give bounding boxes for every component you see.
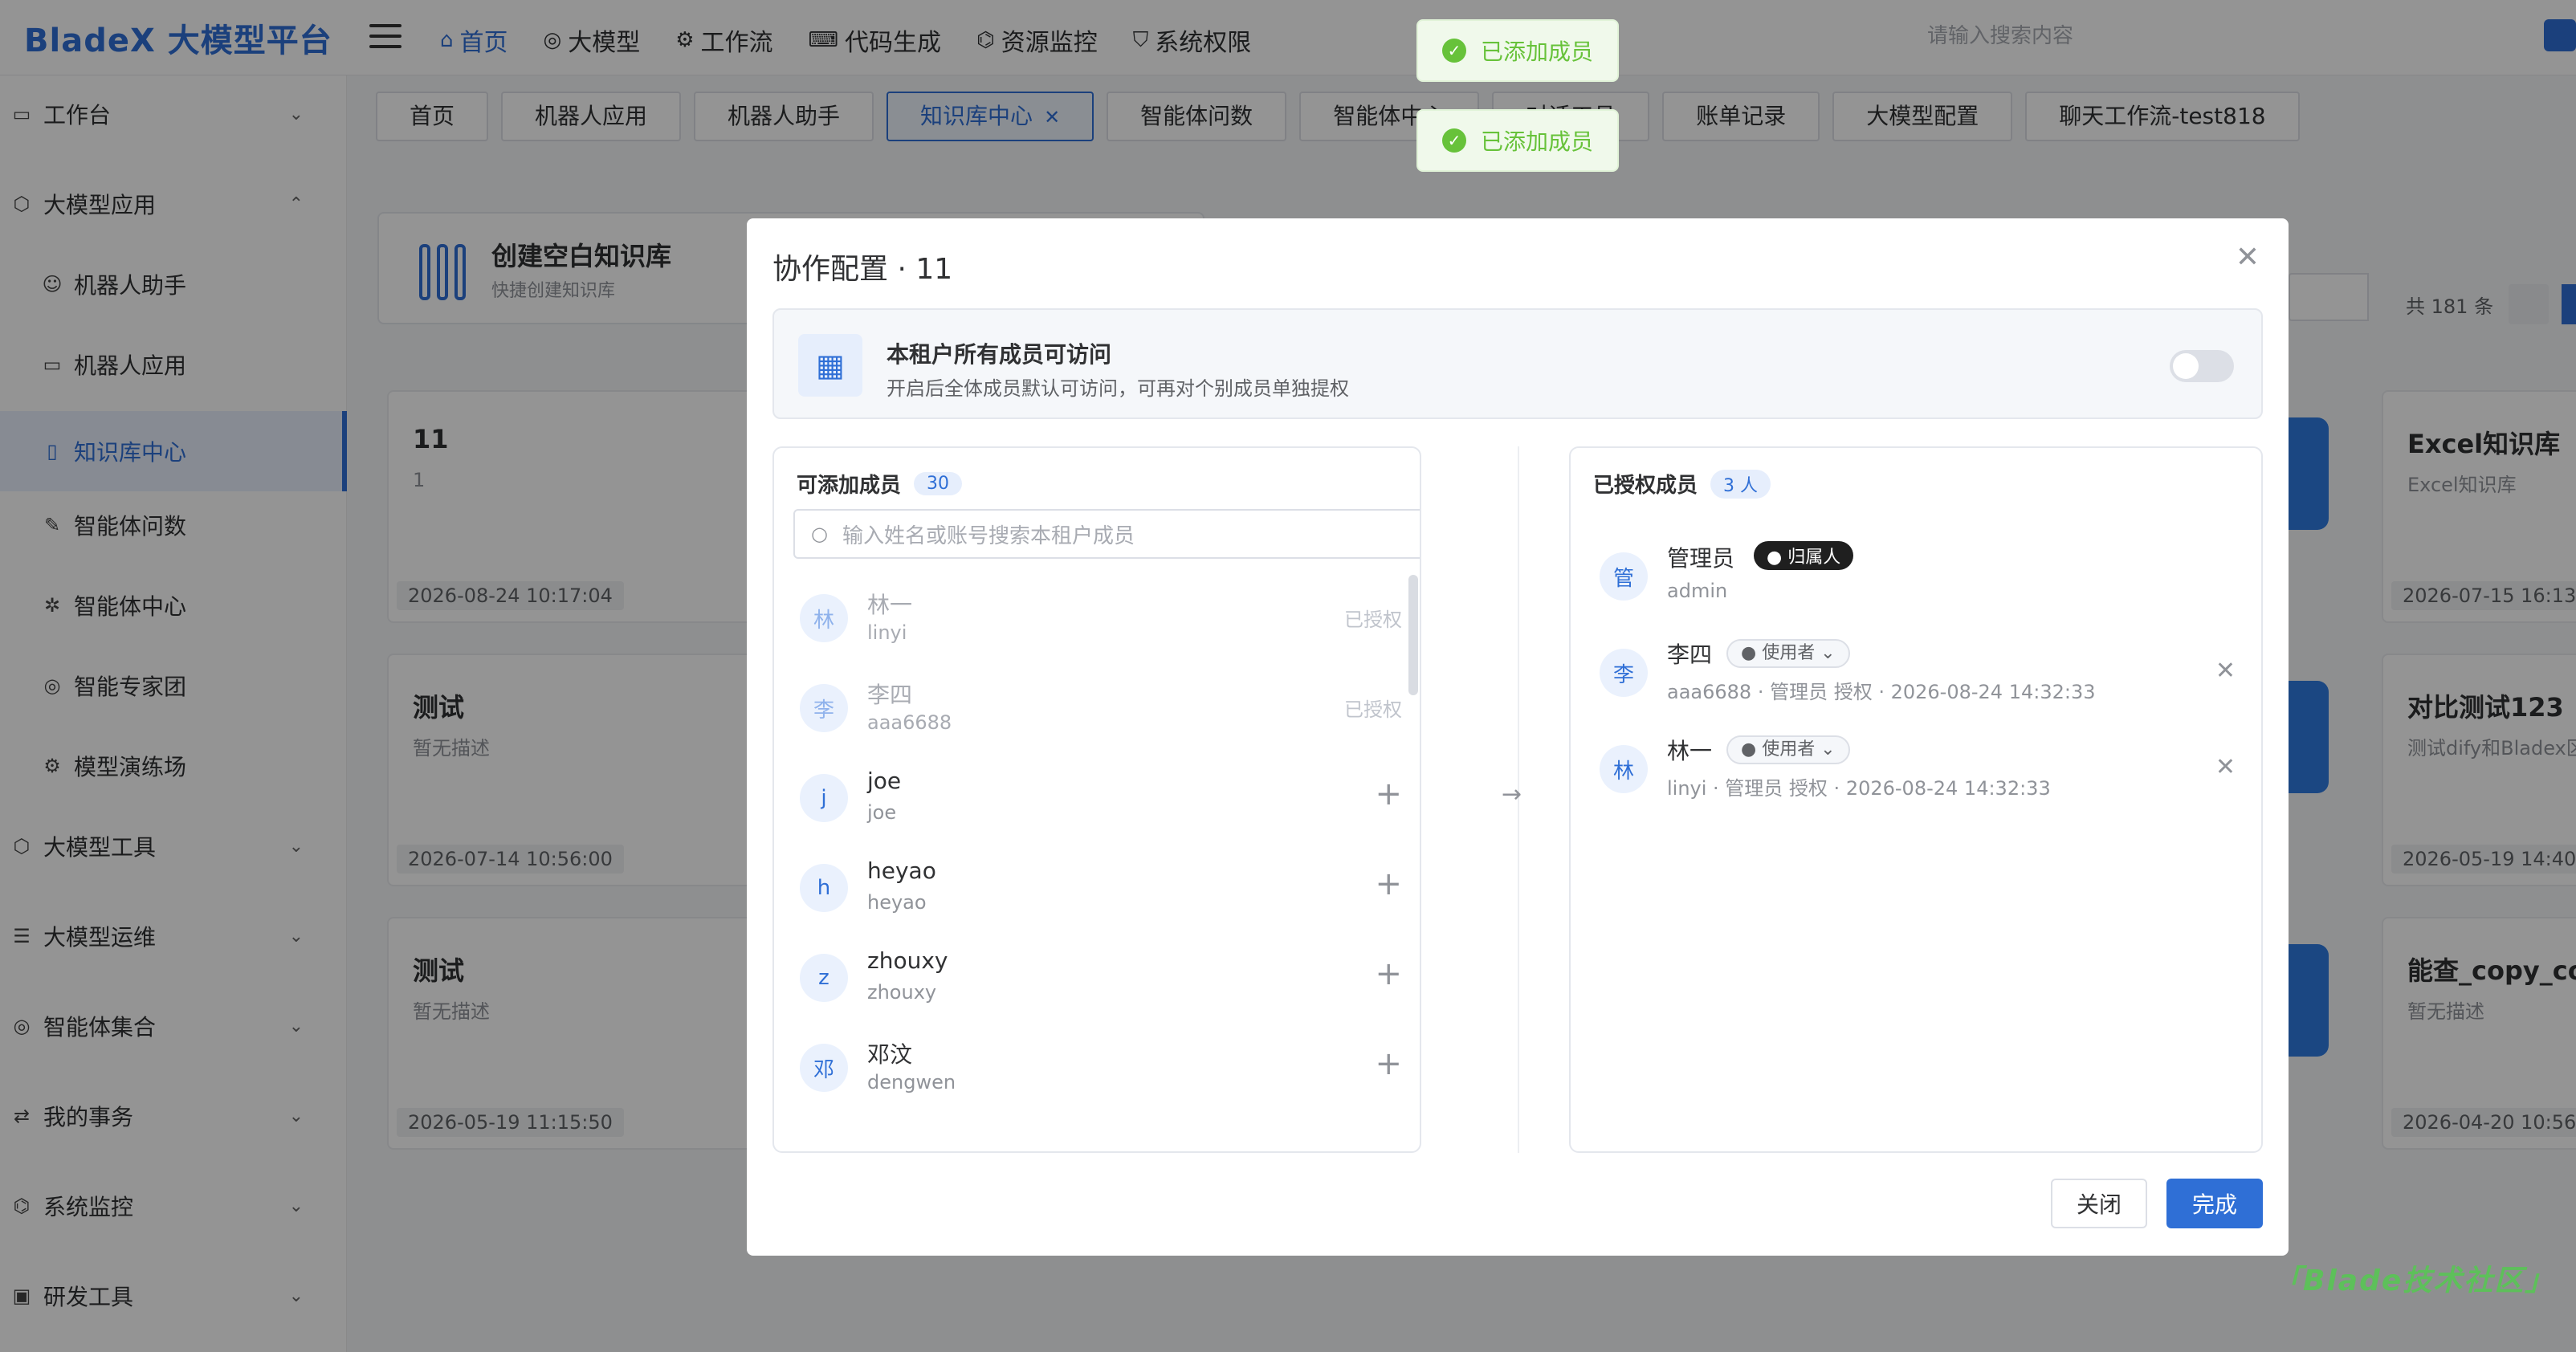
success-toast: ✓ 已添加成员 bbox=[1416, 109, 1619, 172]
avatar: 管 bbox=[1600, 552, 1648, 601]
role-select[interactable]: ● 使用者 ⌄ bbox=[1726, 639, 1850, 668]
list-item[interactable]: h heyao heyao + bbox=[800, 846, 1402, 935]
success-toast: ✓ 已添加成员 bbox=[1416, 19, 1619, 82]
list-item[interactable]: j joe joe + bbox=[800, 756, 1402, 845]
panel-header: 可添加成员 30 bbox=[797, 469, 963, 499]
avatar: j bbox=[800, 774, 848, 822]
list-item[interactable]: 邓 邓汶 dengwen + bbox=[800, 1026, 1402, 1114]
dialog-title: 协作配置 · 11 bbox=[772, 253, 953, 286]
remove-icon[interactable]: ✕ bbox=[2215, 657, 2236, 685]
granted-member-row: 李 李四 ● 使用者 ⌄ aaa6688 · 管理员 授权 · 2026-08-… bbox=[1600, 628, 2242, 716]
count-badge: 3 人 bbox=[1710, 469, 1771, 499]
done-button[interactable]: 完成 bbox=[2166, 1179, 2263, 1228]
tenant-access-toggle[interactable] bbox=[2170, 350, 2234, 382]
close-icon[interactable]: ✕ bbox=[2236, 241, 2260, 274]
watermark: 「Blade技术社区」 bbox=[2272, 1264, 2556, 1297]
scrollbar[interactable] bbox=[1408, 575, 1418, 695]
avatar: h bbox=[800, 864, 848, 912]
add-icon[interactable]: + bbox=[1375, 865, 1402, 902]
member-search-input[interactable]: ○ 输入姓名或账号搜索本租户成员 bbox=[793, 509, 1420, 559]
list-item: 林 林一 linyi 已授权 bbox=[800, 576, 1402, 665]
access-title: 本租户所有成员可访问 bbox=[887, 341, 1112, 368]
list-item: 李 李四 aaa6688 已授权 bbox=[800, 666, 1402, 755]
avatar: 林 bbox=[1600, 745, 1648, 793]
status-badge: 已授权 bbox=[1344, 609, 1402, 631]
collab-config-dialog: 协作配置 · 11 ✕ ▦ 本租户所有成员可访问 开启后全体成员默认可访问，可再… bbox=[747, 218, 2289, 1256]
avatar: 李 bbox=[800, 684, 848, 732]
panel-header: 已授权成员 3 人 bbox=[1593, 469, 1771, 499]
tenant-access-setting: ▦ 本租户所有成员可访问 开启后全体成员默认可访问，可再对个别成员单独提权 bbox=[772, 308, 2263, 419]
add-icon[interactable]: + bbox=[1375, 955, 1402, 992]
avatar: 李 bbox=[1600, 649, 1648, 697]
building-icon: ▦ bbox=[798, 334, 862, 397]
status-badge: 已授权 bbox=[1344, 698, 1402, 721]
count-badge: 30 bbox=[914, 472, 963, 495]
role-select[interactable]: ● 使用者 ⌄ bbox=[1726, 735, 1850, 764]
list-item[interactable]: z zhouxy zhouxy + bbox=[800, 936, 1402, 1024]
granted-member-row: 林 林一 ● 使用者 ⌄ linyi · 管理员 授权 · 2026-08-24… bbox=[1600, 724, 2242, 812]
granted-member-row: 管 管理员 ● 归属人 admin bbox=[1600, 531, 2242, 620]
check-circle-icon: ✓ bbox=[1442, 128, 1466, 153]
owner-badge: ● 归属人 bbox=[1754, 541, 1854, 570]
arrow-right-icon: → bbox=[1502, 780, 1522, 808]
remove-icon[interactable]: ✕ bbox=[2215, 753, 2236, 781]
access-description: 开启后全体成员默认可访问，可再对个别成员单独提权 bbox=[887, 377, 1349, 400]
add-icon[interactable]: + bbox=[1375, 776, 1402, 812]
add-icon[interactable]: + bbox=[1375, 1045, 1402, 1082]
granted-members-panel: 已授权成员 3 人 管 管理员 ● 归属人 admin 李 李四 ● 使用者 ⌄… bbox=[1569, 446, 2263, 1153]
avatar: 邓 bbox=[800, 1044, 848, 1092]
avatar: 林 bbox=[800, 594, 848, 642]
avatar: z bbox=[800, 954, 848, 1002]
check-circle-icon: ✓ bbox=[1442, 39, 1466, 63]
close-button[interactable]: 关闭 bbox=[2051, 1179, 2147, 1228]
search-icon: ○ bbox=[811, 523, 828, 545]
available-members-panel: 可添加成员 30 ○ 输入姓名或账号搜索本租户成员 林 林一 linyi 已授权… bbox=[772, 446, 1421, 1153]
